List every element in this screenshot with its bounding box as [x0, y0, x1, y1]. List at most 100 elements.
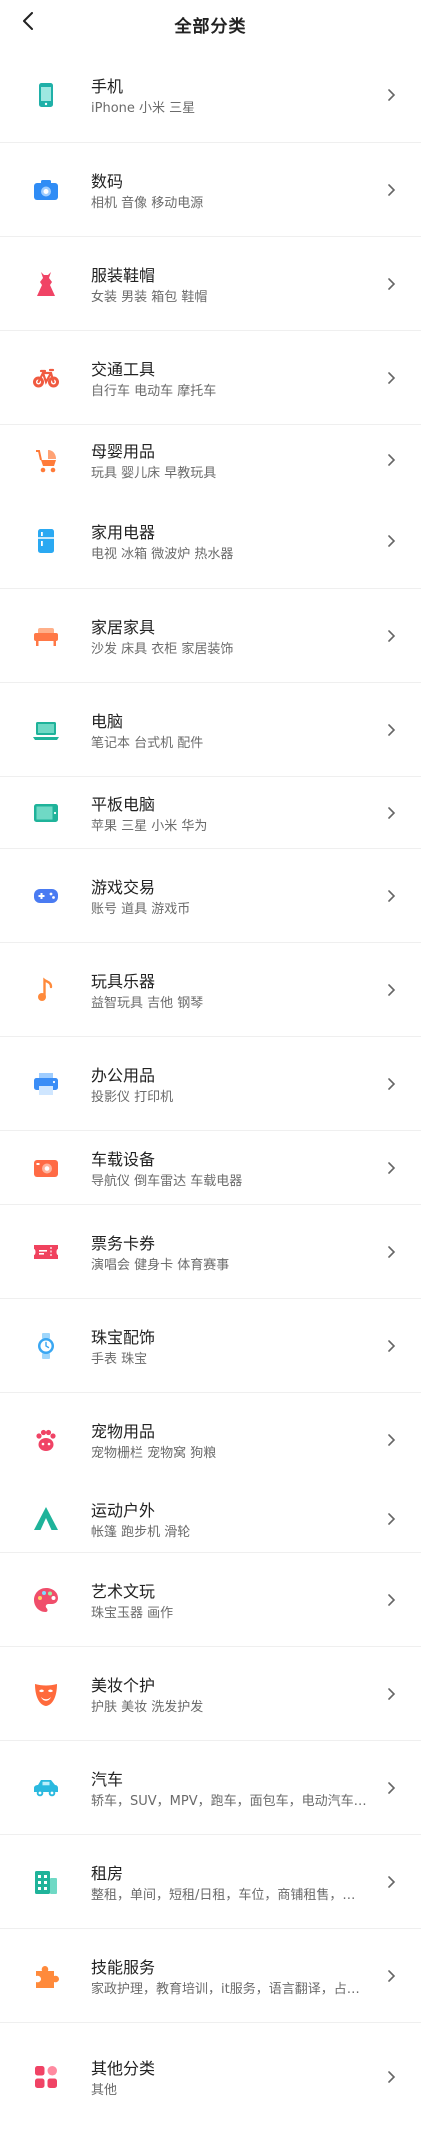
category-row[interactable]: 电脑笔记本 台式机 配件 [0, 682, 421, 777]
category-row[interactable]: 平板电脑苹果 三星 小米 华为 [0, 776, 421, 849]
fridge-icon [32, 527, 60, 555]
chevron-right-icon [385, 1688, 397, 1700]
watch-icon [32, 1332, 60, 1360]
category-subtitle: 其他 [91, 2082, 118, 2098]
category-name: 家用电器 [91, 523, 156, 542]
category-row[interactable]: 家用电器电视 冰箱 微波炉 热水器 [0, 494, 421, 588]
category-name: 家居家具 [91, 618, 156, 637]
category-row[interactable]: 宠物用品 宠物栅栏 宠物窝 狗粮 [0, 1392, 421, 1487]
building-icon [32, 1868, 60, 1896]
category-subtitle: iPhone 小米 三星 [91, 101, 196, 116]
page-title: 全部分类 [174, 17, 247, 37]
category-row[interactable]: 租房整租，单间，短租/日租，车位，商铺租售，… [0, 1834, 421, 1929]
chevron-right-icon [385, 1876, 397, 1888]
category-name: 其他分类 [91, 2058, 156, 2078]
category-row[interactable]: 办公用品 投影仪 打印机 [0, 1036, 421, 1131]
chevron-right-icon [385, 89, 397, 101]
mask-icon [32, 1680, 60, 1708]
car-icon [32, 1774, 60, 1802]
category-row[interactable]: 母婴用品玩具 婴儿床 早教玩具 [0, 424, 421, 495]
paw-icon [32, 1426, 60, 1454]
category-row[interactable]: 珠宝配饰 手表 珠宝 [0, 1298, 421, 1393]
category-row[interactable]: 技能服务 家政护理，教育培训，it服务，语言翻译，占… [0, 1928, 421, 2023]
grid-icon [32, 2063, 60, 2091]
music-note-icon [32, 976, 60, 1004]
chevron-right-icon [385, 372, 397, 384]
chevron-right-icon [385, 890, 397, 902]
laptop-icon [32, 716, 60, 744]
chevron-right-icon [385, 2070, 397, 2083]
category-subtitle: 投影仪 打印机 [91, 1090, 174, 1105]
category-row[interactable]: 手机 iPhone 小米 三星 [0, 48, 421, 142]
category-row[interactable]: 美妆个护护肤 美妆 洗发护发 [0, 1646, 421, 1741]
category-subtitle: 沙发 床具 衣柜 家居装饰 [91, 642, 234, 657]
category-name: 手机 [91, 77, 124, 96]
category-row[interactable]: 交通工具 自行车 电动车 摩托车 [0, 330, 421, 425]
category-subtitle: 护肤 美妆 洗发护发 [91, 1700, 204, 1715]
category-name: 平板电脑 [91, 795, 156, 814]
category-name: 珠宝配饰 [91, 1328, 156, 1347]
chevron-right-icon [385, 630, 397, 642]
category-name: 汽车 [91, 1770, 124, 1789]
chevron-right-icon [385, 1513, 397, 1525]
category-name: 玩具乐器 [91, 972, 156, 991]
chevron-right-icon [385, 1340, 397, 1352]
chevron-right-icon [385, 1162, 397, 1174]
category-name: 数码 [91, 172, 124, 191]
category-subtitle: 演唱会 健身卡 体育赛事 [91, 1258, 230, 1273]
category-name: 电脑 [91, 712, 124, 731]
category-name: 美妆个护 [91, 1676, 156, 1695]
category-row[interactable]: 艺术文玩 珠宝玉器 画作 [0, 1552, 421, 1647]
category-name: 技能服务 [91, 1958, 156, 1977]
printer-icon [32, 1070, 60, 1098]
category-row[interactable]: 票务卡券 演唱会 健身卡 体育赛事 [0, 1204, 421, 1299]
chevron-right-icon [385, 1970, 397, 1982]
category-name: 车载设备 [91, 1150, 156, 1169]
gamepad-icon [32, 882, 60, 910]
category-subtitle: 女装 男装 箱包 鞋帽 [91, 290, 208, 305]
category-name: 租房 [91, 1864, 124, 1883]
tablet-icon [32, 799, 60, 827]
category-subtitle: 自行车 电动车 摩托车 [91, 384, 217, 399]
chevron-right-icon [385, 1246, 397, 1258]
category-subtitle: 手表 珠宝 [91, 1352, 148, 1367]
category-row[interactable]: 游戏交易账号 道具 游戏币 [0, 848, 421, 943]
chevron-right-icon [385, 454, 397, 466]
category-row[interactable]: 服装鞋帽女装 男装 箱包 鞋帽 [0, 236, 421, 331]
category-subtitle: 笔记本 台式机 配件 [91, 736, 204, 751]
bicycle-icon [32, 364, 60, 392]
puzzle-icon [32, 1962, 60, 1990]
category-subtitle: 账号 道具 游戏币 [91, 902, 191, 917]
category-subtitle: 导航仪 倒车雷达 车载电器 [91, 1174, 243, 1189]
category-row[interactable]: 玩具乐器 益智玩具 吉他 钢琴 [0, 942, 421, 1037]
chevron-right-icon [385, 724, 397, 736]
category-subtitle: 整租，单间，短租/日租，车位，商铺租售，… [91, 1888, 356, 1903]
header-bar: 全部分类 [0, 0, 421, 48]
category-row[interactable]: 家居家具沙发 床具 衣柜 家居装饰 [0, 588, 421, 683]
palette-icon [32, 1586, 60, 1614]
category-name: 运动户外 [91, 1501, 156, 1520]
chevron-right-icon [385, 1594, 397, 1606]
category-subtitle: 珠宝玉器 画作 [91, 1606, 174, 1621]
category-subtitle: 苹果 三星 小米 华为 [91, 819, 208, 834]
category-name: 游戏交易 [91, 878, 156, 897]
category-row[interactable]: 其他分类 其他 [0, 2022, 421, 2130]
category-subtitle: 玩具 婴儿床 早教玩具 [91, 466, 217, 481]
chevron-right-icon [385, 1078, 397, 1090]
chevron-right-icon [385, 278, 397, 290]
smartphone-icon [32, 81, 60, 109]
category-row[interactable]: 数码 相机 音像 移动电源 [0, 142, 421, 237]
chevron-right-icon [385, 807, 397, 819]
category-row[interactable]: 汽车 轿车，SUV，MPV，跑车，面包车，电动汽车… [0, 1740, 421, 1835]
category-row[interactable]: 车载设备导航仪 倒车雷达 车载电器 [0, 1130, 421, 1205]
category-subtitle: 电视 冰箱 微波炉 热水器 [91, 547, 234, 562]
stroller-icon [32, 446, 60, 474]
category-row[interactable]: 运动户外 帐篷 跑步机 滑轮 [0, 1486, 421, 1552]
chevron-right-icon [385, 1434, 397, 1446]
category-name: 服装鞋帽 [91, 266, 156, 285]
dress-icon [32, 270, 60, 298]
sofa-icon [32, 622, 60, 650]
category-name: 母婴用品 [91, 442, 156, 461]
dashcam-icon [32, 1154, 60, 1182]
chevron-right-icon [385, 1782, 397, 1794]
